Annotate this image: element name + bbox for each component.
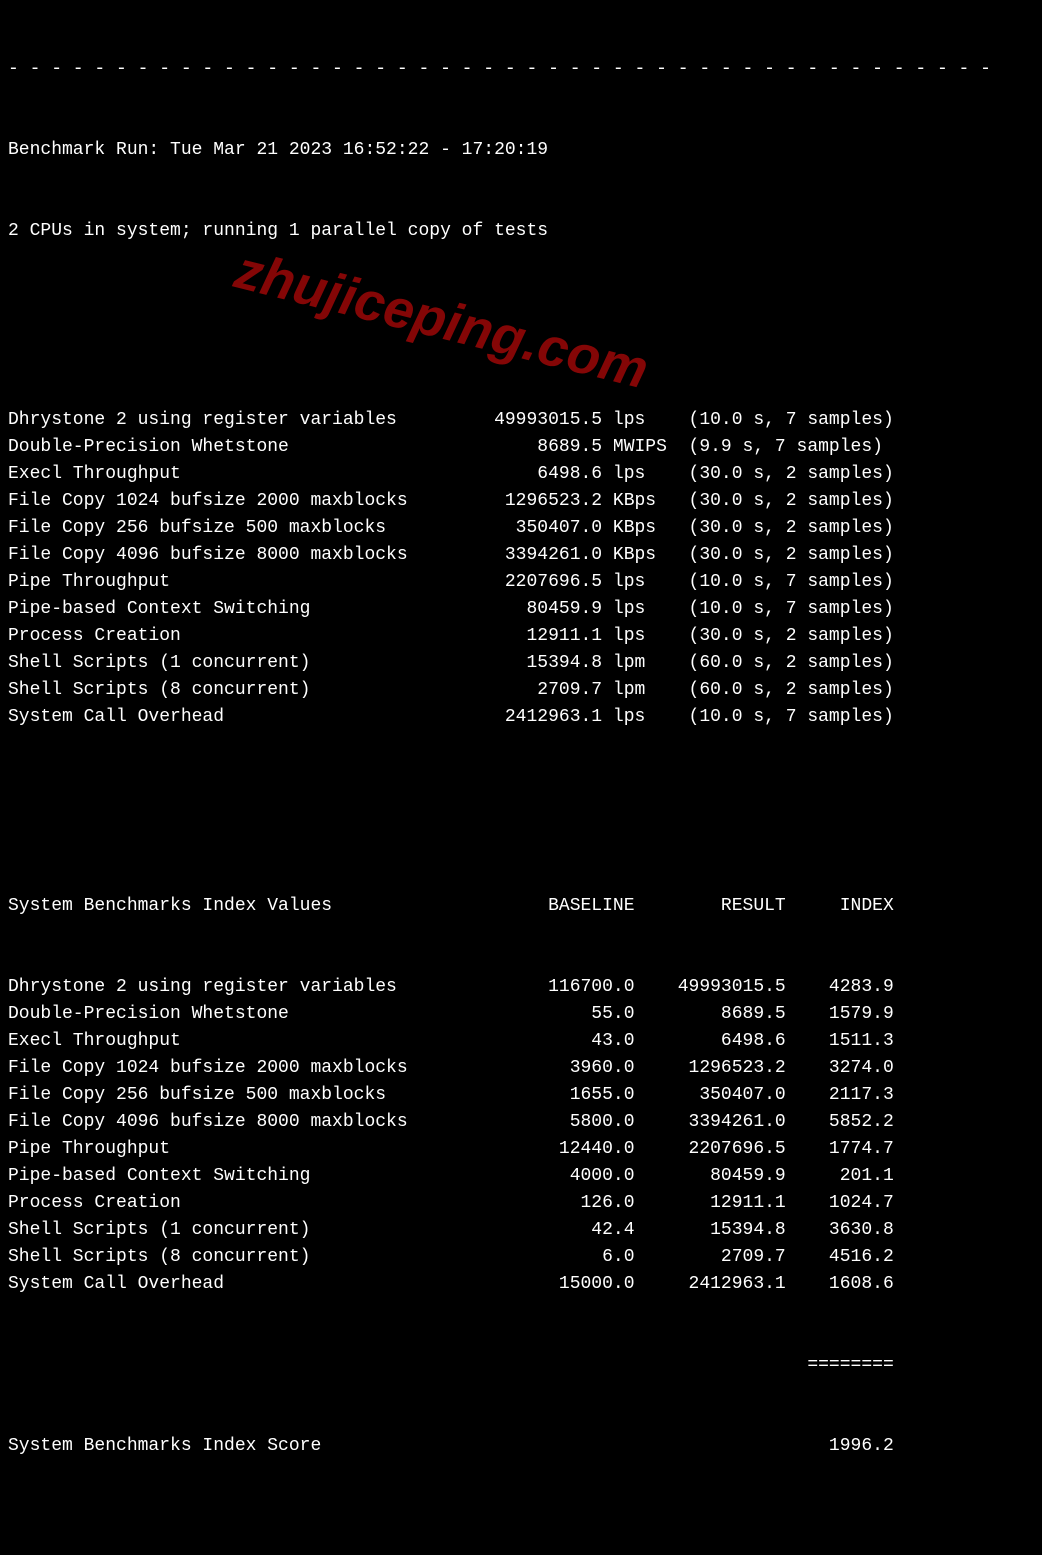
index-row: Process Creation 126.0 12911.1 1024.7	[8, 1190, 1034, 1217]
test-row: Shell Scripts (1 concurrent) 15394.8 lpm…	[8, 650, 1034, 677]
test-row: File Copy 256 bufsize 500 maxblocks 3504…	[8, 515, 1034, 542]
index-row: System Call Overhead 15000.0 2412963.1 1…	[8, 1271, 1034, 1298]
index-header: System Benchmarks Index Values BASELINE …	[8, 893, 1034, 920]
index-row: Double-Precision Whetstone 55.0 8689.5 1…	[8, 1001, 1034, 1028]
index-row: Pipe-based Context Switching 4000.0 8045…	[8, 1163, 1034, 1190]
cpu-info: 2 CPUs in system; running 1 parallel cop…	[8, 218, 1034, 245]
index-row: Dhrystone 2 using register variables 116…	[8, 974, 1034, 1001]
index-row: Pipe Throughput 12440.0 2207696.5 1774.7	[8, 1136, 1034, 1163]
test-row: Double-Precision Whetstone 8689.5 MWIPS …	[8, 434, 1034, 461]
index-rule: ========	[8, 1352, 1034, 1379]
test-row: Execl Throughput 6498.6 lps (30.0 s, 2 s…	[8, 461, 1034, 488]
benchmark-tests: Dhrystone 2 using register variables 499…	[8, 407, 1034, 731]
test-row: Pipe Throughput 2207696.5 lps (10.0 s, 7…	[8, 569, 1034, 596]
index-score: System Benchmarks Index Score 1996.2	[8, 1433, 1034, 1460]
terminal-output: - - - - - - - - - - - - - - - - - - - - …	[0, 0, 1042, 1555]
test-row: File Copy 1024 bufsize 2000 maxblocks 12…	[8, 488, 1034, 515]
index-row: Shell Scripts (1 concurrent) 42.4 15394.…	[8, 1217, 1034, 1244]
test-row: File Copy 4096 bufsize 8000 maxblocks 33…	[8, 542, 1034, 569]
index-row: File Copy 256 bufsize 500 maxblocks 1655…	[8, 1082, 1034, 1109]
index-row: File Copy 1024 bufsize 2000 maxblocks 39…	[8, 1055, 1034, 1082]
index-row: Shell Scripts (8 concurrent) 6.0 2709.7 …	[8, 1244, 1034, 1271]
index-row: File Copy 4096 bufsize 8000 maxblocks 58…	[8, 1109, 1034, 1136]
test-row: Shell Scripts (8 concurrent) 2709.7 lpm …	[8, 677, 1034, 704]
benchmark-run: Benchmark Run: Tue Mar 21 2023 16:52:22 …	[8, 137, 1034, 164]
test-row: Dhrystone 2 using register variables 499…	[8, 407, 1034, 434]
index-rows: Dhrystone 2 using register variables 116…	[8, 974, 1034, 1298]
index-row: Execl Throughput 43.0 6498.6 1511.3	[8, 1028, 1034, 1055]
header-rule: - - - - - - - - - - - - - - - - - - - - …	[8, 56, 1034, 83]
test-row: System Call Overhead 2412963.1 lps (10.0…	[8, 704, 1034, 731]
test-row: Process Creation 12911.1 lps (30.0 s, 2 …	[8, 623, 1034, 650]
test-row: Pipe-based Context Switching 80459.9 lps…	[8, 596, 1034, 623]
